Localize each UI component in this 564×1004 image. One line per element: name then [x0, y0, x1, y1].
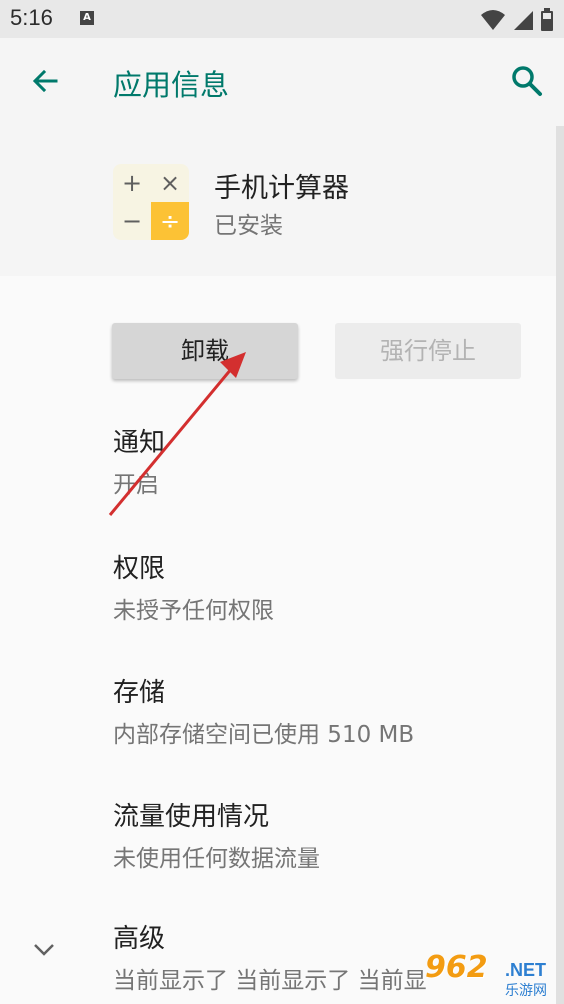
- item-title: 流量使用情况: [113, 802, 270, 832]
- settings-item-storage[interactable]: 存储 内部存储空间已使用 510 MB: [113, 672, 414, 749]
- wifi-icon: [481, 10, 505, 30]
- plus-icon: +: [113, 164, 151, 202]
- calculator-app-icon: + × − ÷: [113, 164, 189, 240]
- divide-icon: ÷: [151, 202, 189, 240]
- item-title: 存储: [113, 678, 166, 708]
- status-icons: [480, 8, 554, 32]
- settings-item-permissions[interactable]: 权限 未授予任何权限: [113, 548, 274, 625]
- battery-icon: [541, 8, 553, 31]
- item-title: 通知: [113, 428, 166, 458]
- watermark-number: 962: [425, 950, 488, 985]
- settings-item-advanced[interactable]: 高级 当前显示了 当前显示了 当前显: [113, 918, 427, 995]
- scrollbar[interactable]: [556, 126, 564, 1004]
- item-summary: 未授予任何权限: [113, 598, 274, 624]
- item-title: 权限: [113, 554, 166, 584]
- search-icon[interactable]: [510, 64, 544, 98]
- uninstall-button[interactable]: 卸载: [112, 323, 298, 379]
- watermark-site: 乐游网: [505, 983, 547, 999]
- force-stop-button[interactable]: 强行停止: [335, 323, 521, 379]
- status-bar: 5:16 A: [0, 0, 564, 38]
- watermark-domain: .NET: [505, 960, 547, 980]
- item-summary: 未使用任何数据流量: [113, 846, 320, 872]
- watermark-logo: 962 .NET 乐游网: [425, 950, 560, 1000]
- minus-icon: −: [113, 202, 151, 240]
- settings-item-data-usage[interactable]: 流量使用情况 未使用任何数据流量: [113, 796, 320, 873]
- chevron-down-icon[interactable]: [30, 936, 58, 964]
- item-title: 高级: [113, 924, 166, 954]
- multiply-icon: ×: [151, 164, 189, 202]
- signal-icon: [514, 11, 533, 30]
- notification-icon: A: [80, 11, 94, 25]
- item-summary: 当前显示了 当前显示了 当前显: [113, 968, 427, 994]
- arrow-left-icon[interactable]: [26, 64, 62, 100]
- page-title: 应用信息: [113, 68, 230, 102]
- app-install-status: 已安装: [214, 213, 283, 239]
- app-name: 手机计算器: [214, 173, 349, 204]
- status-time: 5:16: [10, 5, 53, 30]
- item-summary: 开启: [113, 472, 159, 498]
- item-summary: 内部存储空间已使用 510 MB: [113, 722, 415, 748]
- app-header: + × − ÷ 手机计算器 已安装: [0, 126, 558, 276]
- app-bar: 应用信息: [0, 38, 564, 126]
- settings-item-notifications[interactable]: 通知 开启: [113, 422, 165, 499]
